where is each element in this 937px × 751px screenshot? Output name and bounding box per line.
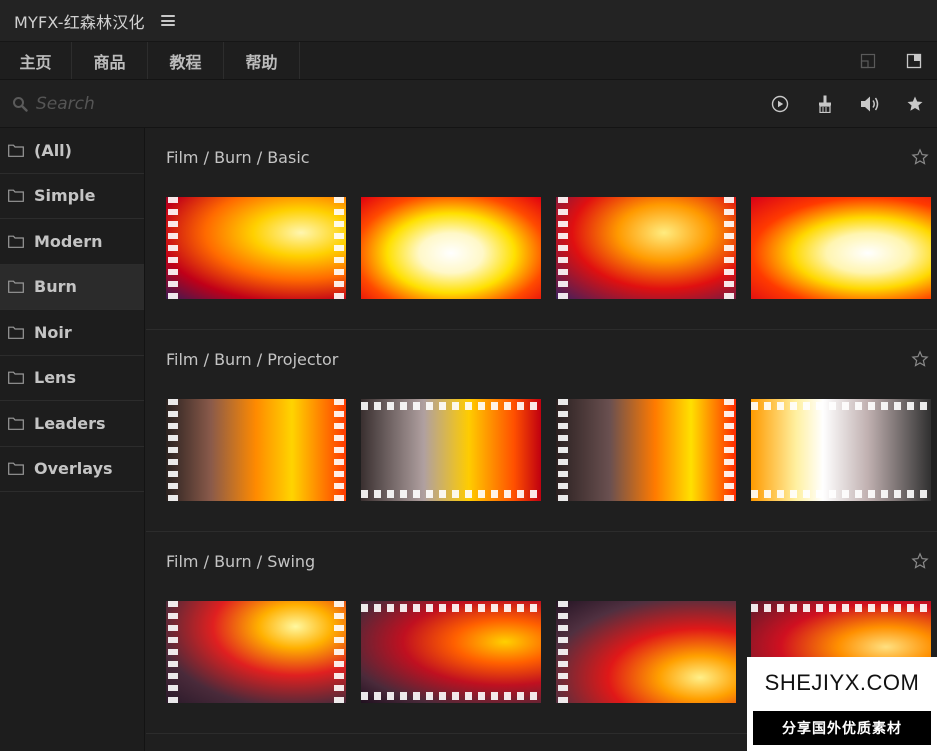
preset-thumbnail[interactable] xyxy=(556,197,736,299)
folder-icon xyxy=(8,144,24,157)
star-outline-icon[interactable] xyxy=(911,148,929,166)
folder-icon xyxy=(8,371,24,385)
tab-help[interactable]: 帮助 xyxy=(224,42,300,79)
tab-products[interactable]: 商品 xyxy=(72,42,148,79)
sidebar-item-simple[interactable]: Simple xyxy=(0,174,144,219)
section-projector: Film / Burn / Projector xyxy=(146,330,937,532)
category-sidebar: (All) Simple Modern Burn Noir Lens Leade… xyxy=(0,128,145,751)
sidebar-item-burn[interactable]: Burn xyxy=(0,264,144,310)
preset-thumbnail[interactable] xyxy=(166,601,346,703)
folder-icon xyxy=(8,189,24,203)
nav-bar: 主页 商品 教程 帮助 xyxy=(0,42,937,80)
thumbnail-row xyxy=(166,399,937,501)
search-bar xyxy=(0,80,937,128)
sidebar-item-lens[interactable]: Lens xyxy=(0,356,144,401)
watermark-tagline: 分享国外优质素材 xyxy=(753,711,931,745)
sidebar-item-modern[interactable]: Modern xyxy=(0,219,144,265)
preset-thumbnail[interactable] xyxy=(166,399,346,501)
preset-thumbnail[interactable] xyxy=(751,399,931,501)
preset-thumbnail[interactable] xyxy=(751,197,931,299)
sidebar-item-label: Lens xyxy=(34,368,76,388)
sidebar-item-label: Simple xyxy=(34,186,96,206)
sidebar-item-noir[interactable]: Noir xyxy=(0,310,144,356)
play-icon[interactable] xyxy=(757,80,802,128)
folder-icon xyxy=(8,417,24,430)
section-title: Film / Burn / Swing xyxy=(166,552,316,571)
preset-thumbnail[interactable] xyxy=(166,197,346,299)
sidebar-item-label: Leaders xyxy=(34,413,106,433)
tab-home[interactable]: 主页 xyxy=(0,42,72,79)
title-bar: MYFX-红森林汉化 xyxy=(0,0,937,42)
folder-icon xyxy=(8,280,24,294)
sidebar-item-leaders[interactable]: Leaders xyxy=(0,401,144,447)
folder-icon xyxy=(8,235,24,248)
sidebar-item-all[interactable]: (All) xyxy=(0,128,144,174)
preset-thumbnail[interactable] xyxy=(361,197,541,299)
hamburger-menu-icon[interactable] xyxy=(160,15,175,26)
folder-icon xyxy=(8,326,24,339)
search-input[interactable] xyxy=(36,93,336,114)
favorites-star-icon[interactable] xyxy=(892,80,937,128)
preset-thumbnail[interactable] xyxy=(556,399,736,501)
folder-icon xyxy=(8,462,24,476)
star-outline-icon[interactable] xyxy=(911,552,929,570)
brush-icon[interactable] xyxy=(802,80,847,128)
sidebar-item-label: Modern xyxy=(34,231,103,251)
preset-thumbnail[interactable] xyxy=(361,399,541,501)
preset-thumbnail[interactable] xyxy=(361,601,541,703)
tab-tutorials[interactable]: 教程 xyxy=(148,42,224,79)
thumbnail-row xyxy=(166,197,937,299)
section-basic: Film / Burn / Basic xyxy=(146,128,937,330)
sidebar-item-label: Overlays xyxy=(34,459,113,479)
volume-icon[interactable] xyxy=(847,80,892,128)
expand-panel-icon[interactable] xyxy=(891,42,937,79)
section-title: Film / Burn / Projector xyxy=(166,350,339,369)
sidebar-item-label: Noir xyxy=(34,322,72,342)
star-outline-icon[interactable] xyxy=(911,350,929,368)
section-title: Film / Burn / Basic xyxy=(166,148,310,167)
sidebar-item-label: Burn xyxy=(34,277,77,297)
watermark-site: SHEJIYX.COM xyxy=(764,670,920,695)
toolbar xyxy=(757,80,937,128)
watermark-badge: SHEJIYX.COM 分享国外优质素材 xyxy=(747,657,937,751)
search-icon xyxy=(12,96,28,112)
app-title: MYFX-红森林汉化 xyxy=(14,12,145,32)
sidebar-item-label: (All) xyxy=(34,140,72,160)
sidebar-item-overlays[interactable]: Overlays xyxy=(0,447,144,492)
minimize-panel-icon[interactable] xyxy=(845,42,891,79)
preset-thumbnail[interactable] xyxy=(556,601,736,703)
